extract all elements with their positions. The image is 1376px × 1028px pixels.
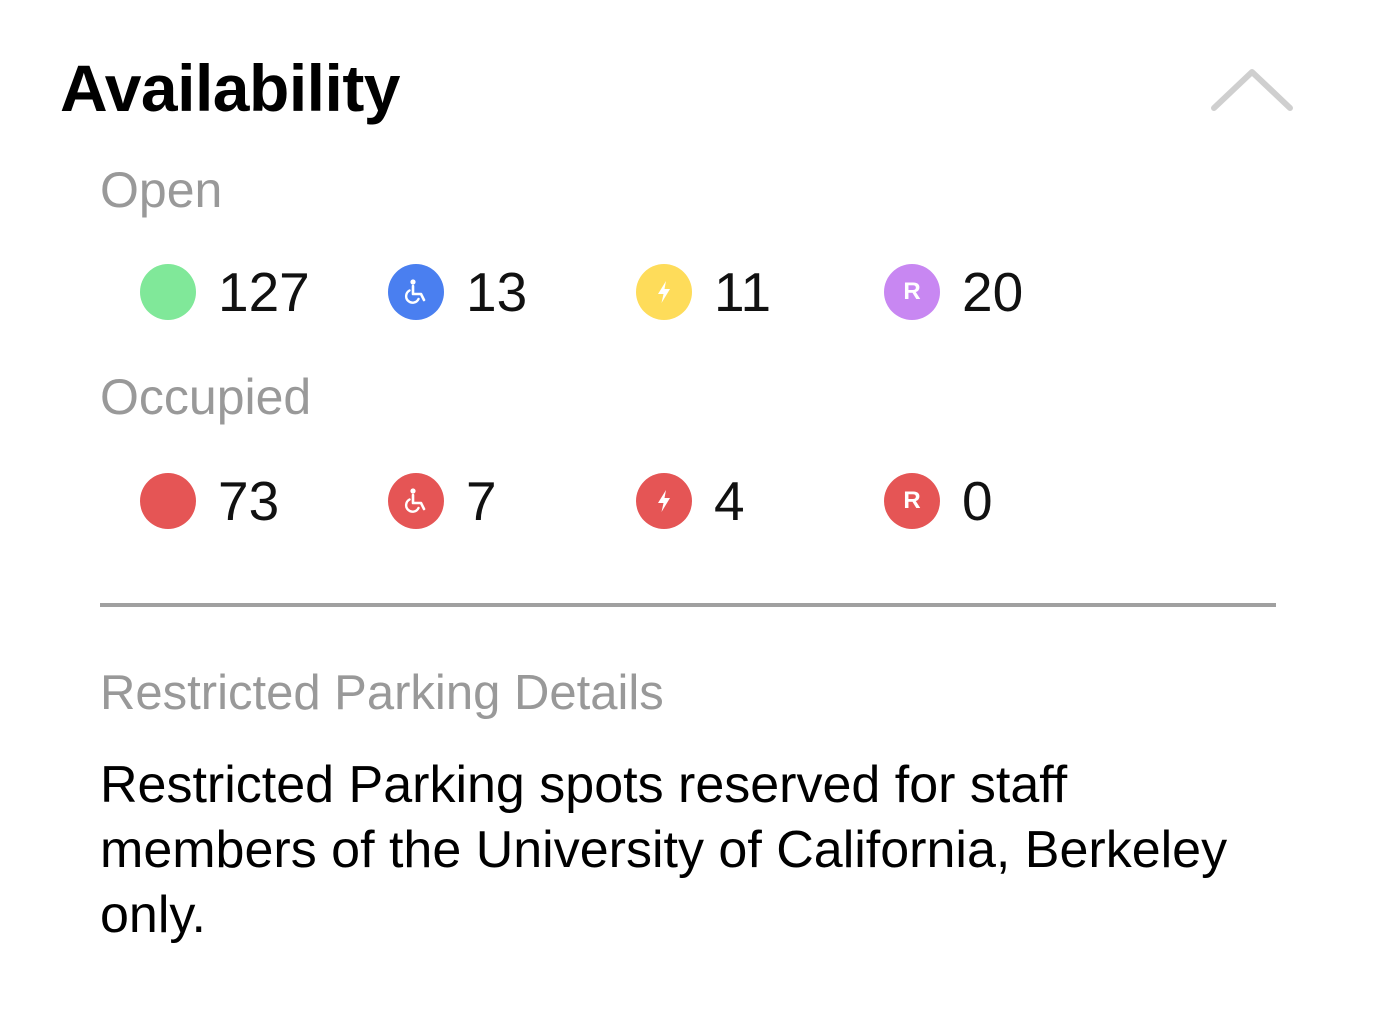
open-ev-stat: 11 — [636, 262, 771, 322]
collapse-button[interactable] — [1196, 52, 1308, 132]
open-general-stat: 127 — [140, 262, 310, 322]
wheelchair-icon — [388, 473, 444, 529]
occupied-accessible-count: 7 — [466, 470, 497, 532]
restricted-r-icon: R — [884, 473, 940, 529]
open-accessible-stat: 13 — [388, 262, 527, 322]
lightning-icon — [636, 264, 692, 320]
red-dot-icon — [140, 473, 196, 529]
wheelchair-icon — [388, 264, 444, 320]
green-dot-icon — [140, 264, 196, 320]
occupied-ev-stat: 4 — [636, 471, 745, 531]
restricted-r-icon: R — [884, 264, 940, 320]
availability-title: Availability — [60, 51, 401, 125]
occupied-general-stat: 73 — [140, 471, 279, 531]
occupied-general-count: 73 — [218, 470, 280, 532]
restricted-details-text: Restricted Parking spots reserved for st… — [100, 756, 1228, 944]
occupied-restricted-stat: R 0 — [884, 471, 993, 531]
open-accessible-count: 13 — [466, 261, 528, 323]
lightning-icon — [636, 473, 692, 529]
occupied-label: Occupied — [100, 369, 312, 425]
divider — [100, 603, 1276, 607]
occupied-ev-count: 4 — [714, 470, 745, 532]
open-label: Open — [100, 162, 223, 218]
open-ev-count: 11 — [714, 261, 772, 323]
chevron-up-icon — [1211, 69, 1293, 111]
occupied-accessible-stat: 7 — [388, 471, 497, 531]
open-general-count: 127 — [218, 261, 310, 323]
occupied-restricted-count: 0 — [962, 470, 993, 532]
open-restricted-count: 20 — [962, 261, 1024, 323]
open-restricted-stat: R 20 — [884, 262, 1023, 322]
restricted-details-label: Restricted Parking Details — [100, 666, 664, 720]
